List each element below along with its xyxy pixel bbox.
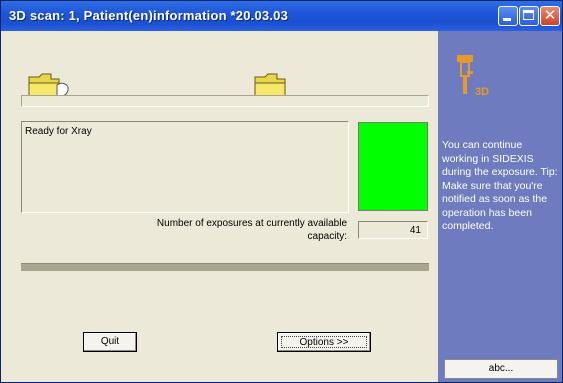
3d-scanner-logo-icon: 3D [457,55,489,98]
title-bar[interactable]: 3D scan: 1, Patient(en)information *20.0… [1,1,562,31]
close-button[interactable]: ✕ [540,6,560,26]
exposure-progress-bar [21,263,429,271]
info-message: You can continue working in SIDEXIS duri… [442,139,558,232]
scan-window: 3D scan: 1, Patient(en)information *20.0… [0,0,563,383]
status-text: Ready for Xray [25,126,92,137]
ready-indicator [358,122,428,211]
quit-label: Quit [100,336,120,347]
exposure-count-label: Number of exposures at currently availab… [101,217,347,243]
abc-button[interactable]: abc... [444,359,558,379]
exposure-count-value: 41 [358,221,428,239]
logo-3d-text: 3D [475,86,489,98]
maximize-button[interactable] [519,6,539,26]
options-focus-rect: Options >> [281,336,367,348]
quit-button[interactable]: Quit [83,332,137,352]
exposure-label-line1: Number of exposures at currently availab… [156,218,347,229]
options-button[interactable]: Options >> [277,332,371,352]
status-panel: Ready for Xray [21,121,349,213]
options-label: Options >> [299,337,349,348]
minimize-button[interactable] [498,6,518,26]
scan-progress-bar [21,95,429,107]
close-icon: ✕ [543,6,557,24]
window-title: 3D scan: 1, Patient(en)information *20.0… [9,8,288,23]
exposure-label-line2: capacity: [307,231,347,242]
abc-button-label: abc... [488,363,514,374]
